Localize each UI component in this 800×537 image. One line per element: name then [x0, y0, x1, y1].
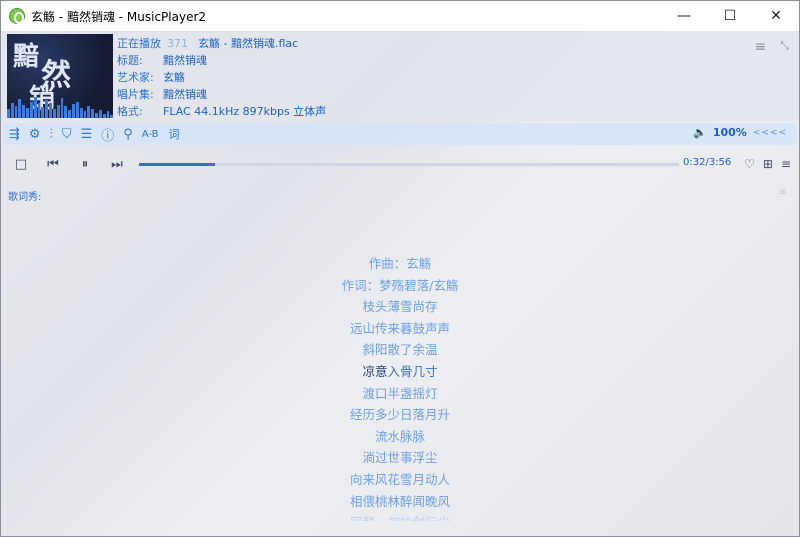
title-row: 标题: 黯然销魂	[117, 52, 326, 69]
speaker-icon[interactable]: 🔈	[693, 126, 707, 139]
title-bar: 玄觞 - 黯然销魂 - MusicPlayer2 — ☐ ✕	[1, 1, 799, 31]
equalizer-icon[interactable]: ⫶	[50, 127, 53, 142]
lyric-line: 淌过世事浮尘	[362, 450, 438, 466]
song-info-lines: 正在播放 371 玄觞 - 黯然销魂.flac 标题: 黯然销魂 艺术家: 玄觞…	[117, 35, 326, 120]
lyric-line: 枝头薄雪尚存	[362, 299, 438, 315]
title-value: 黯然销魂	[163, 54, 207, 67]
artist-label: 艺术家:	[117, 71, 154, 84]
next-icon[interactable]: ⏭	[103, 151, 131, 177]
ab-repeat-button[interactable]: A-B	[142, 129, 159, 140]
mini-mode-icon[interactable]: ⤡	[780, 39, 789, 55]
album-art-glyph: 黯	[13, 42, 40, 72]
lyric-button[interactable]: 词	[169, 126, 180, 142]
playlist-icon[interactable]: ⇶	[9, 127, 20, 142]
album-row: 唱片集: 黯然销魂	[117, 86, 326, 103]
spectrum-bars	[7, 96, 113, 118]
format-label: 格式:	[117, 105, 143, 118]
now-playing-label: 正在播放	[117, 37, 161, 50]
menu-icon[interactable]: ≡	[754, 39, 766, 55]
song-info-panel: 黯 然 销 正在播放 371 玄觞 - 黯然销魂.flac 标题: 黯然销魂 艺…	[1, 31, 799, 121]
maximize-button[interactable]: ☐	[707, 1, 753, 31]
lyrics-panel[interactable]: 作曲：玄觞 作词：梦殇碧落/玄觞 枝头薄雪尚存 远山传来暮鼓声声 斜阳散了余温 …	[1, 253, 799, 521]
window-controls: — ☐ ✕	[661, 1, 799, 31]
lyric-line: 相偎桃林醉闻晚风	[349, 493, 450, 509]
artist-row: 艺术家: 玄觞	[117, 69, 326, 86]
playback-controls: □ ⏮ ⏸ ⏭ 0:32/3:56 ♡ ⊞ ≡	[1, 151, 799, 177]
app-logo-icon	[9, 8, 25, 24]
volume-arrows[interactable]: <<<<	[753, 128, 787, 138]
gear-icon[interactable]: ⚙	[29, 127, 41, 142]
album-label: 唱片集:	[117, 88, 154, 101]
lyric-panel-close-icon[interactable]: ≡	[779, 187, 787, 198]
progress-bar[interactable]	[139, 163, 679, 166]
volume-control: 🔈 100% <<<<	[693, 126, 787, 139]
menu-lines-icon[interactable]: ☰	[81, 127, 93, 142]
window-title: 玄觞 - 黯然销魂 - MusicPlayer2	[31, 9, 207, 24]
heart-icon[interactable]: ♡	[744, 157, 755, 171]
toolbar: ⇶ ⚙ ⫶ ⛉ ☰ ⓘ ⚲ A-B 词 🔈 100% <<<<	[3, 123, 797, 145]
track-index: 371	[167, 37, 188, 50]
format-value: FLAC 44.1kHz 897kbps 立体声	[163, 105, 327, 118]
lyric-line: 向来风花雪月动人	[349, 471, 450, 487]
volume-value: 100%	[712, 126, 747, 139]
current-lyric-sung: 凉意	[362, 363, 388, 379]
artist-value: 玄觞	[163, 71, 185, 84]
lyric-line: 远山传来暮鼓声声	[349, 320, 450, 336]
search-icon[interactable]: ⚲	[123, 127, 133, 142]
current-lyric-unsung: 入骨几寸	[387, 363, 438, 379]
grid-icon[interactable]: ⊞	[763, 157, 773, 171]
current-lyric-line: 凉意入骨几寸	[1, 361, 799, 383]
format-row: 格式: FLAC 44.1kHz 897kbps 立体声	[117, 103, 326, 120]
album-value: 黯然销魂	[163, 88, 207, 101]
skin-shirt-icon[interactable]: ⛉	[62, 127, 72, 142]
close-button[interactable]: ✕	[753, 1, 799, 31]
now-playing-row: 正在播放 371 玄觞 - 黯然销魂.flac	[117, 35, 326, 52]
info-panel-actions: ≡ ⤡	[754, 39, 789, 55]
title-label: 标题:	[117, 54, 143, 67]
lyric-line: 作曲：玄觞	[368, 256, 432, 271]
playlist-queue-icon[interactable]: ≡	[781, 157, 791, 171]
file-name: 玄觞 - 黯然销魂.flac	[198, 37, 299, 50]
minimize-button[interactable]: —	[661, 1, 707, 31]
lyric-line: 流水脉脉	[374, 428, 425, 444]
progress-fill	[139, 163, 215, 166]
lyric-line: 经历多少日落月升	[349, 407, 450, 423]
lyric-line: 冠颜一刻抢剑行尘	[1, 512, 799, 521]
lyric-line: 作词：梦殇碧落/玄觞	[341, 277, 459, 293]
album-art[interactable]: 黯 然 销	[7, 34, 113, 118]
stop-icon[interactable]: □	[7, 151, 35, 177]
lyric-line: 渡口半盏摇灯	[362, 385, 438, 401]
previous-icon[interactable]: ⏮	[39, 151, 67, 177]
lyric-show-label: 歌词秀:	[8, 192, 42, 203]
time-display: 0:32/3:56	[683, 157, 732, 168]
info-icon[interactable]: ⓘ	[101, 125, 114, 144]
main-window: 玄觞 - 黯然销魂 - MusicPlayer2 — ☐ ✕ 黯 然 销 正在播…	[0, 0, 800, 537]
lyric-line: 斜阳散了余温	[362, 342, 438, 358]
playback-extra-actions: ♡ ⊞ ≡	[744, 151, 791, 177]
pause-icon[interactable]: ⏸	[71, 151, 99, 177]
